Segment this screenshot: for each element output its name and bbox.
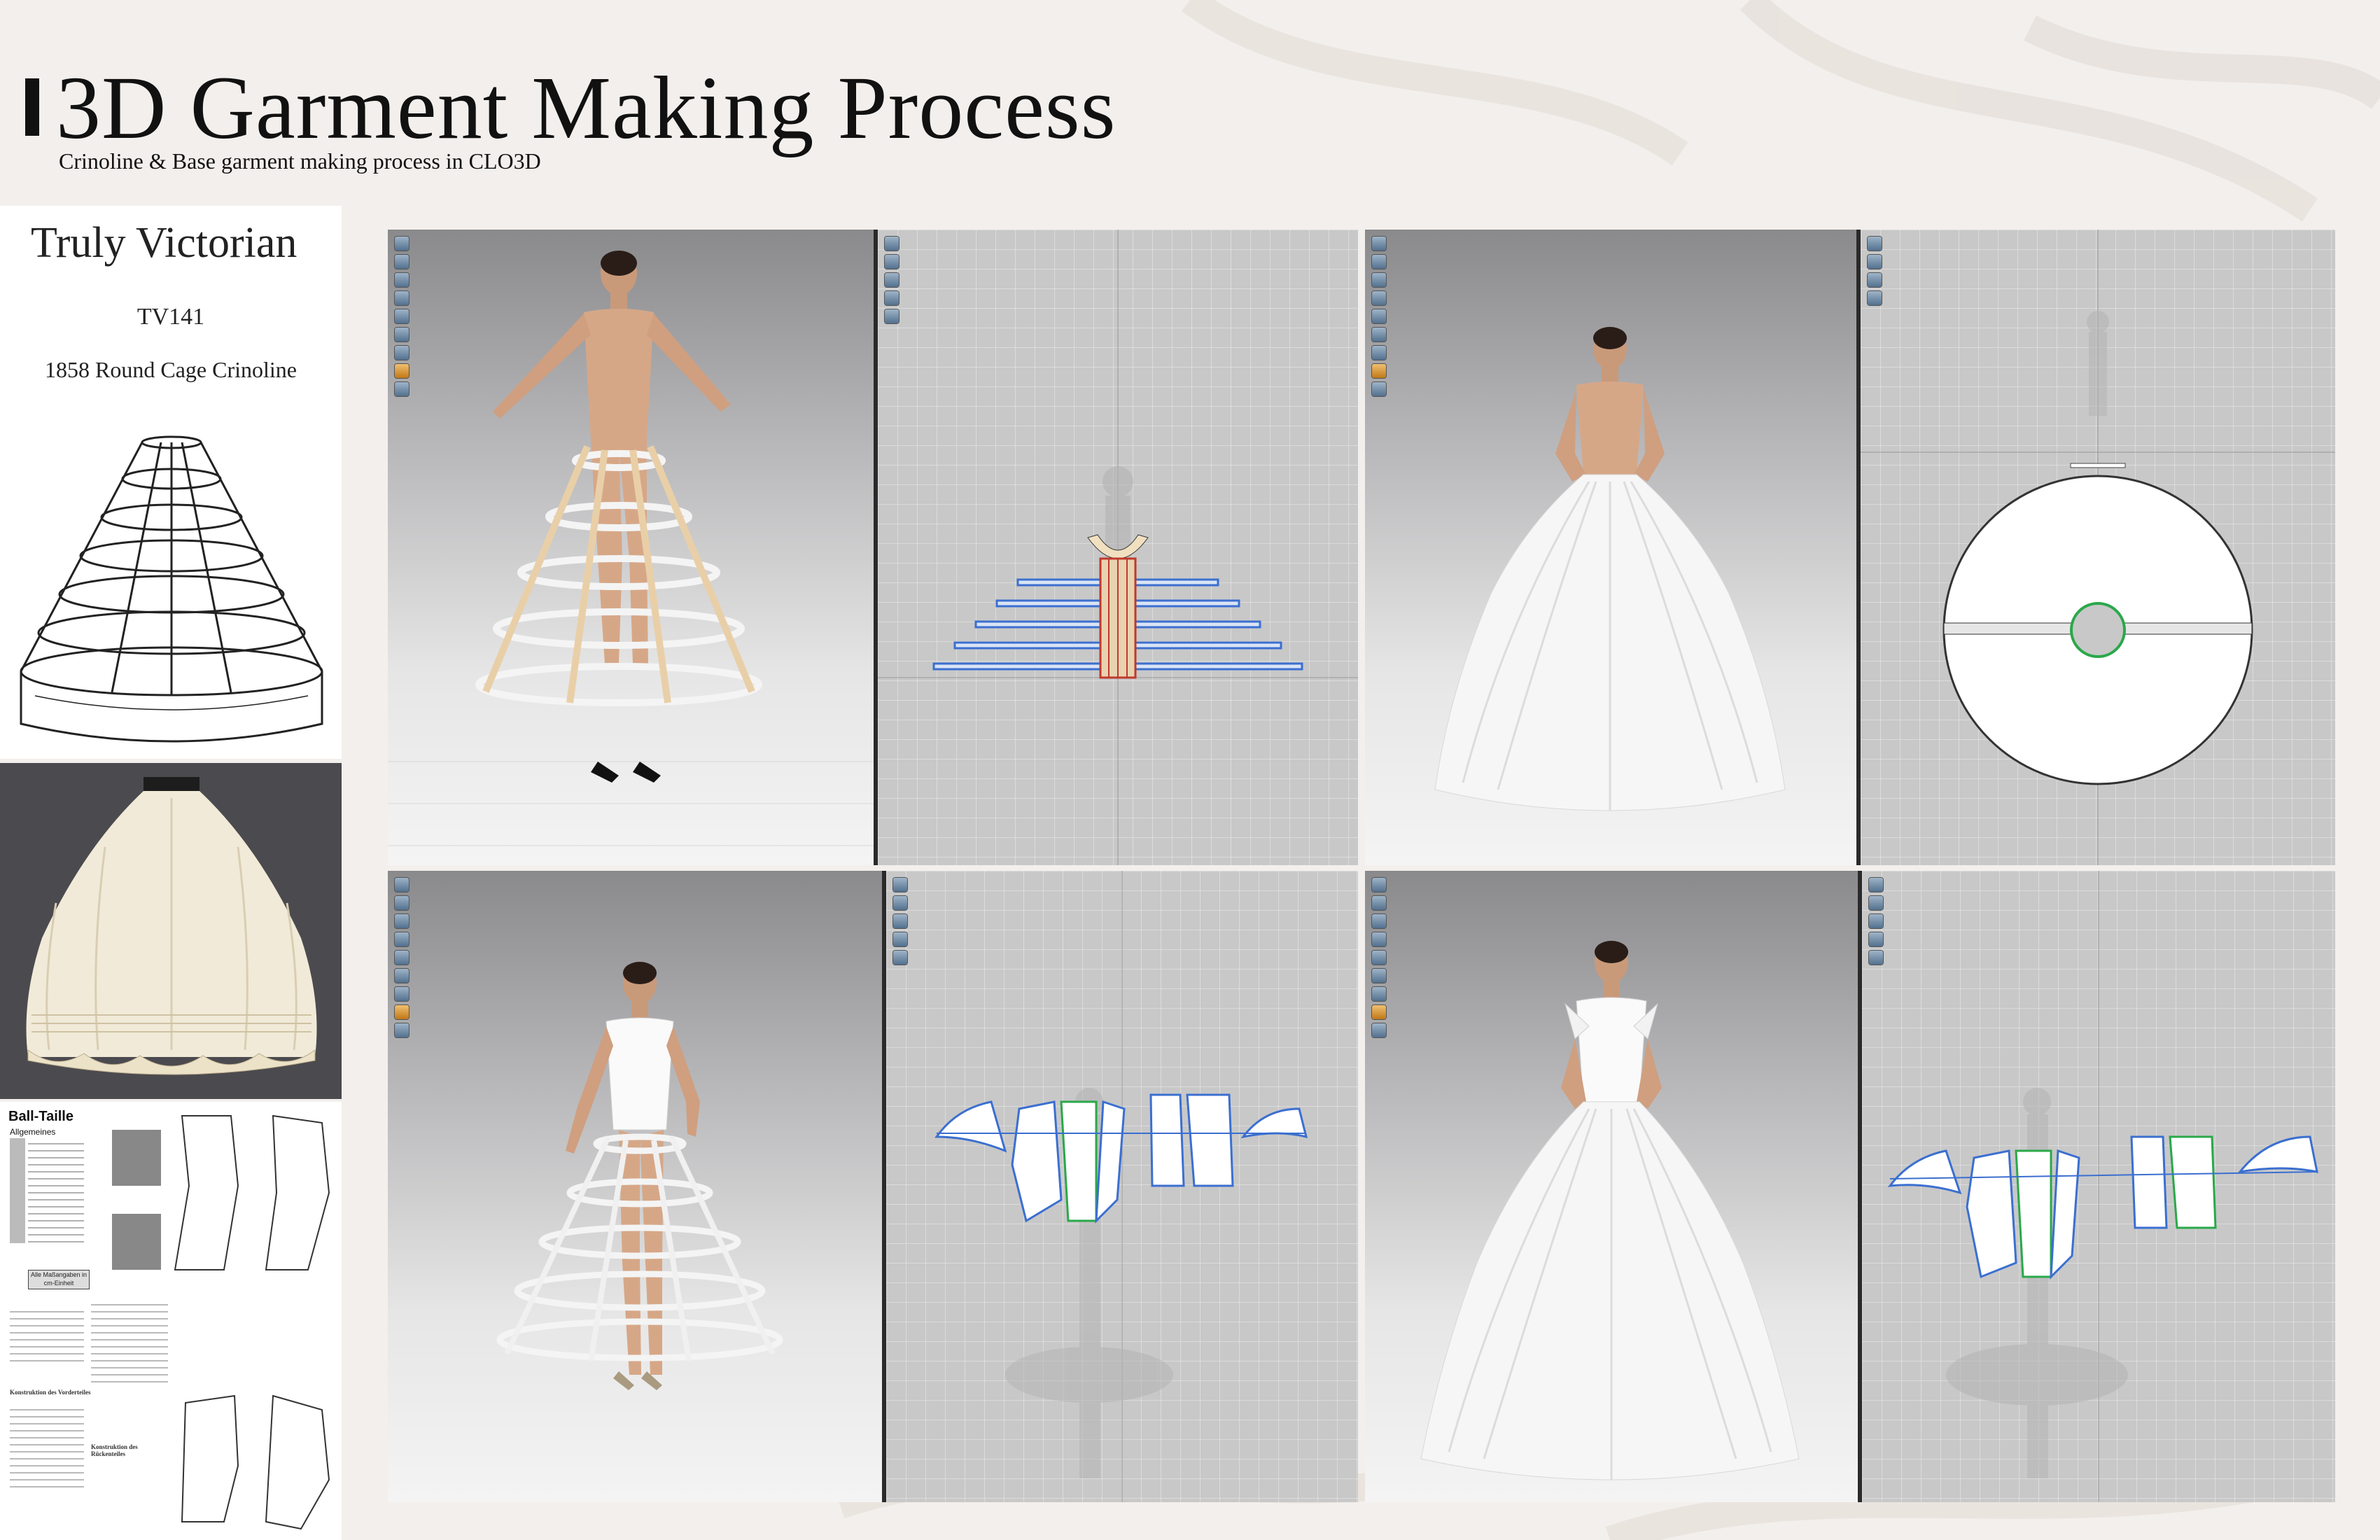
- tool-icon[interactable]: [395, 255, 409, 269]
- avatar-icon[interactable]: [1372, 364, 1386, 378]
- 3d-toolbar: [395, 237, 410, 400]
- tool-icon[interactable]: [1868, 273, 1882, 287]
- tool-icon[interactable]: [395, 346, 409, 360]
- avatar-with-cage: [388, 251, 874, 846]
- tool-icon[interactable]: [1372, 896, 1386, 910]
- 2d-toolbar: [893, 878, 909, 969]
- pattern-cover: Truly Victorian TV141 1858 Round Cage Cr…: [0, 206, 342, 759]
- tool-icon[interactable]: [395, 291, 409, 305]
- tool-icon[interactable]: [395, 969, 409, 983]
- panel-circle-skirt: [1365, 230, 2335, 865]
- 2d-pattern-window[interactable]: [1861, 230, 2335, 865]
- panel-crinoline-cage: [388, 230, 1358, 865]
- tool-icon[interactable]: [1372, 914, 1386, 928]
- tool-icon[interactable]: [395, 896, 409, 910]
- section-back: Konstruktion des Rückenteiles: [91, 1443, 138, 1457]
- tool-icon[interactable]: [1372, 255, 1386, 269]
- tool-icon[interactable]: [893, 932, 907, 946]
- tool-icon[interactable]: [395, 951, 409, 965]
- tool-icon[interactable]: [1869, 878, 1883, 892]
- tool-icon[interactable]: [1868, 255, 1882, 269]
- 3d-viewport[interactable]: [388, 230, 874, 865]
- 2d-pattern-window[interactable]: [1862, 871, 2335, 1502]
- tool-icon[interactable]: [1372, 1023, 1386, 1037]
- tool-icon[interactable]: [1869, 896, 1883, 910]
- 3d-toolbar: [1372, 237, 1387, 400]
- tool-icon[interactable]: [1372, 932, 1386, 946]
- avatar-with-bodice: [496, 962, 783, 1390]
- tool-icon[interactable]: [893, 951, 907, 965]
- tool-icon[interactable]: [885, 237, 899, 251]
- 2d-toolbar: [1869, 878, 1884, 969]
- avatar-icon[interactable]: [1372, 1005, 1386, 1019]
- bodice-pattern-pieces: [934, 871, 1308, 1502]
- tool-icon[interactable]: [395, 328, 409, 342]
- tool-icon[interactable]: [885, 291, 899, 305]
- avatar-with-ballgown: [1420, 941, 1800, 1480]
- title-accent-bar: [25, 78, 39, 136]
- panel-bodice-over-cage: [388, 871, 1358, 1502]
- 3d-toolbar: [1372, 878, 1387, 1042]
- avatar-icon[interactable]: [395, 1005, 409, 1019]
- tool-icon[interactable]: [395, 237, 409, 251]
- tool-icon[interactable]: [1372, 878, 1386, 892]
- gown-pattern-pieces: [1887, 871, 2318, 1502]
- page-subtitle: Crinoline & Base garment making process …: [59, 148, 541, 174]
- page-title: 3D Garment Making Process: [56, 58, 1116, 158]
- panel-full-ballgown: [1365, 871, 2335, 1502]
- cage-crinoline-illustration: [20, 435, 323, 743]
- 3d-viewport[interactable]: [1365, 230, 1856, 865]
- measurement-note: Alle Maßangaben in cm-Einheit: [28, 1270, 90, 1289]
- tool-icon[interactable]: [1372, 969, 1386, 983]
- tool-icon[interactable]: [395, 878, 409, 892]
- tool-icon[interactable]: [1372, 237, 1386, 251]
- tool-icon[interactable]: [1869, 951, 1883, 965]
- tool-icon[interactable]: [1372, 382, 1386, 396]
- 3d-viewport[interactable]: [1365, 871, 1858, 1502]
- avatar-icon[interactable]: [395, 364, 409, 378]
- tool-icon[interactable]: [885, 309, 899, 323]
- tool-icon[interactable]: [1372, 328, 1386, 342]
- section-front: Konstruktion des Vorderteiles: [10, 1389, 91, 1396]
- pattern-name: 1858 Round Cage Crinoline: [45, 357, 297, 382]
- cage-pattern-pieces: [878, 230, 1358, 865]
- pattern-brand: Truly Victorian: [31, 219, 298, 267]
- tool-icon[interactable]: [1868, 237, 1882, 251]
- tool-icon[interactable]: [1869, 932, 1883, 946]
- 3d-viewport[interactable]: [388, 871, 882, 1502]
- tool-icon[interactable]: [1372, 951, 1386, 965]
- tool-icon[interactable]: [395, 382, 409, 396]
- 2d-toolbar: [885, 237, 900, 328]
- tool-icon[interactable]: [1372, 291, 1386, 305]
- tool-icon[interactable]: [893, 914, 907, 928]
- tool-icon[interactable]: [1372, 346, 1386, 360]
- tool-icon[interactable]: [885, 255, 899, 269]
- tool-icon[interactable]: [893, 896, 907, 910]
- circle-skirt-pattern: [1861, 230, 2335, 865]
- tool-icon[interactable]: [1868, 291, 1882, 305]
- tool-icon[interactable]: [1869, 914, 1883, 928]
- tool-icon[interactable]: [395, 932, 409, 946]
- tool-icon[interactable]: [885, 273, 899, 287]
- tool-icon[interactable]: [1372, 309, 1386, 323]
- tool-icon[interactable]: [395, 914, 409, 928]
- 3d-toolbar: [395, 878, 410, 1042]
- pattern-code: TV141: [136, 304, 205, 330]
- 2d-toolbar: [1868, 237, 1883, 309]
- petticoat-photo: [0, 763, 342, 1099]
- avatar-with-skirt: [1434, 327, 1786, 811]
- tool-icon[interactable]: [395, 987, 409, 1001]
- tool-icon[interactable]: [395, 273, 409, 287]
- tool-icon[interactable]: [1372, 987, 1386, 1001]
- tool-icon[interactable]: [395, 1023, 409, 1037]
- tool-icon[interactable]: [1372, 273, 1386, 287]
- tool-icon[interactable]: [893, 878, 907, 892]
- 2d-pattern-window[interactable]: [886, 871, 1358, 1502]
- instruction-sheet: Ball-Taille Allgemeines Alle Maßangaben …: [0, 1102, 342, 1540]
- tool-icon[interactable]: [395, 309, 409, 323]
- 2d-pattern-window[interactable]: [878, 230, 1358, 865]
